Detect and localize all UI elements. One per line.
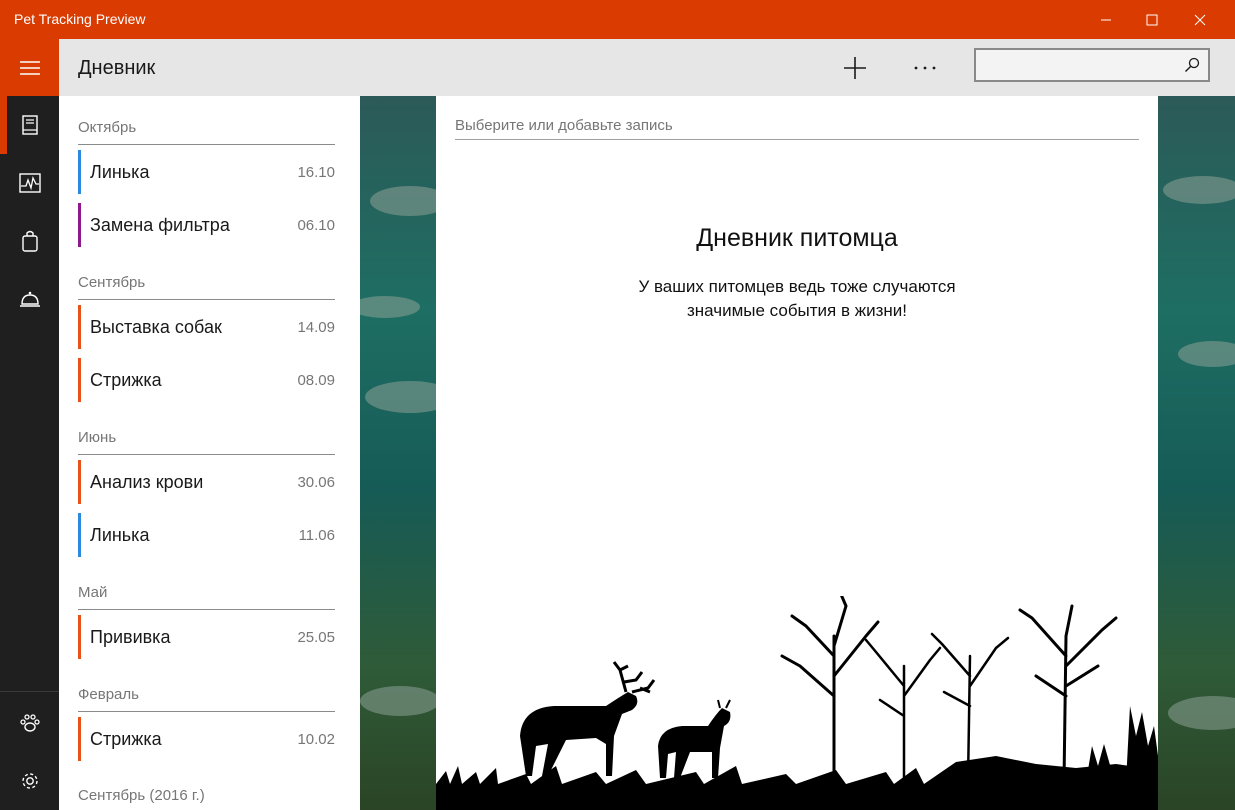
entry-color-bar (78, 615, 81, 659)
nav-item-journal[interactable] (0, 96, 59, 154)
group-header: Сентябрь (2016 г.) (78, 785, 335, 810)
nav-item-shopping[interactable] (0, 212, 59, 270)
entry-date: 14.09 (297, 319, 335, 336)
entry-name: Замена фильтра (90, 215, 230, 235)
group-header: Февраль (78, 684, 335, 712)
chart-icon (18, 173, 41, 193)
entry-name: Стрижка (90, 729, 162, 749)
entry-date: 16.10 (297, 164, 335, 181)
forest-silhouette-illustration (436, 596, 1158, 810)
group-header: Октябрь (78, 117, 335, 145)
nav-separator (0, 691, 59, 692)
entry-date: 06.10 (297, 217, 335, 234)
more-options-button[interactable] (905, 49, 945, 87)
add-entry-button[interactable] (835, 49, 875, 87)
journal-entry[interactable]: Прививка 25.05 (78, 615, 335, 659)
hamburger-button[interactable] (0, 39, 59, 96)
group-header: Май (78, 582, 335, 610)
background-image-left (360, 96, 436, 810)
entry-color-bar (78, 460, 81, 504)
entry-title-placeholder[interactable]: Выберите или добавьте запись (455, 117, 1139, 140)
add-icon (844, 57, 866, 79)
food-cloche-icon (19, 291, 40, 307)
maximize-button[interactable] (1129, 0, 1175, 39)
entry-name: Прививка (90, 627, 171, 647)
minimize-button[interactable] (1083, 0, 1129, 39)
entry-date: 10.02 (297, 731, 335, 748)
entry-name: Линька (90, 162, 150, 182)
search-icon[interactable] (1184, 57, 1200, 73)
empty-state-line-2: значимые события в жизни! (686, 301, 908, 320)
empty-state-text: У ваших питомцев ведь тоже случаются зна… (597, 275, 997, 323)
close-button[interactable] (1177, 0, 1223, 39)
group-header: Сентябрь (78, 272, 335, 300)
journal-entry[interactable]: Выставка собак 14.09 (78, 305, 335, 349)
nav-item-food[interactable] (0, 270, 59, 328)
nav-rail (0, 39, 59, 810)
journal-icon (21, 115, 38, 135)
entry-color-bar (78, 717, 81, 761)
entry-name: Выставка собак (90, 317, 222, 337)
empty-state-heading: Дневник питомца (696, 224, 898, 252)
hamburger-icon (19, 60, 40, 75)
settings-icon (21, 773, 38, 789)
entry-date: 25.05 (297, 629, 335, 646)
nav-item-settings[interactable] (0, 752, 59, 810)
entry-date: 08.09 (297, 372, 335, 389)
close-icon (1194, 14, 1206, 25)
journal-entry[interactable]: Замена фильтра 06.10 (78, 203, 335, 247)
nav-item-pets[interactable] (0, 694, 59, 752)
detail-pane: Выберите или добавьте запись Дневник пит… (436, 96, 1158, 810)
shopping-bag-icon (21, 230, 38, 252)
entry-color-bar (78, 513, 81, 557)
journal-entry[interactable]: Стрижка 08.09 (78, 358, 335, 402)
journal-entry[interactable]: Линька 11.06 (78, 513, 335, 557)
page-header: Дневник (59, 39, 1235, 96)
background-image-right (1158, 96, 1235, 810)
minimize-icon (1101, 19, 1111, 20)
entry-color-bar (78, 358, 81, 402)
entry-name: Стрижка (90, 370, 162, 390)
search-input[interactable] (976, 50, 1192, 80)
title-bar: Pet Tracking Preview (0, 0, 1235, 39)
nav-item-chart[interactable] (0, 154, 59, 212)
entry-color-bar (78, 203, 81, 247)
entry-date: 30.06 (297, 474, 335, 491)
entry-color-bar (78, 150, 81, 194)
maximize-icon (1146, 14, 1158, 25)
entry-name: Анализ крови (90, 472, 204, 492)
more-icon (914, 66, 936, 70)
journal-entry[interactable]: Анализ крови 30.06 (78, 460, 335, 504)
entry-date: 11.06 (298, 527, 335, 544)
search-box[interactable] (974, 48, 1210, 82)
journal-entry[interactable]: Линька 16.10 (78, 150, 335, 194)
entry-color-bar (78, 305, 81, 349)
journal-list: Октябрь Линька 16.10 Замена фильтра 06.1… (59, 96, 360, 810)
empty-state-line-1: У ваших питомцев ведь тоже случаются (638, 277, 956, 296)
page-title: Дневник (78, 57, 156, 79)
group-header: Июнь (78, 427, 335, 455)
app-title: Pet Tracking Preview (14, 11, 146, 27)
paw-icon (19, 714, 40, 732)
journal-entry[interactable]: Стрижка 10.02 (78, 717, 335, 761)
entry-name: Линька (90, 525, 150, 545)
